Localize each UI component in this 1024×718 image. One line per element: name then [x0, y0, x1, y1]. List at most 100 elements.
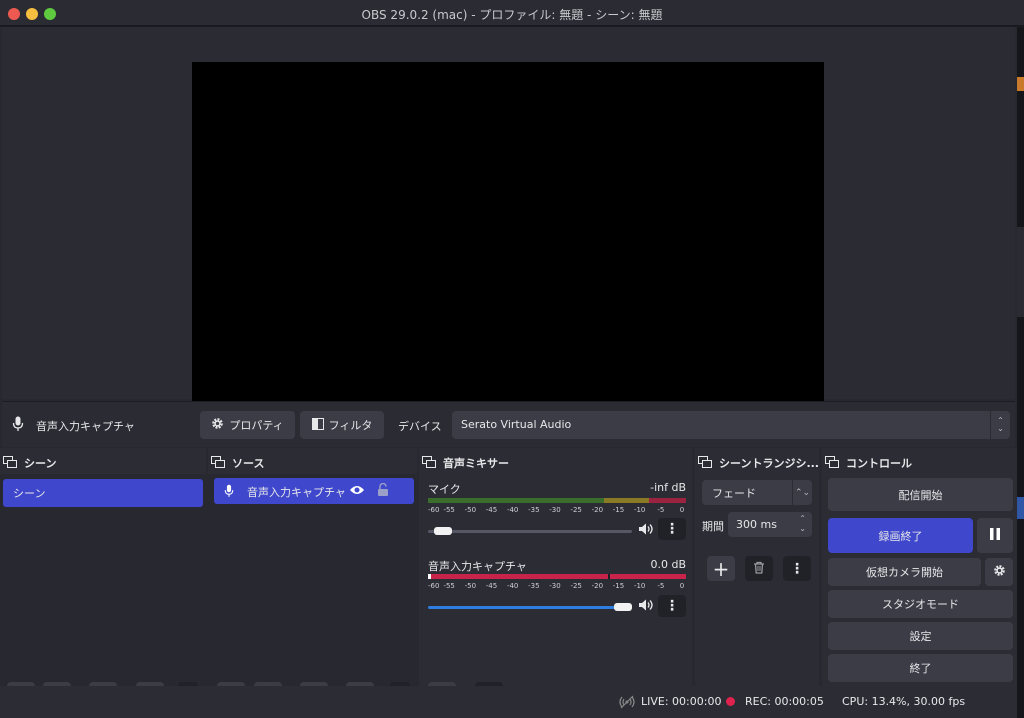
chevron-up-down-icon: ⌃⌄: [990, 411, 1010, 439]
scene-item[interactable]: シーン: [3, 479, 203, 507]
add-transition-button[interactable]: +: [707, 556, 735, 581]
volume-meter-level: [428, 574, 686, 579]
meter-tick-label: -60: [428, 506, 440, 514]
controls-title: コントロール: [846, 457, 912, 470]
lock-icon[interactable]: [377, 482, 389, 500]
exit-label: 終了: [909, 662, 932, 675]
volume-slider[interactable]: [428, 606, 632, 609]
settings-button[interactable]: 設定: [828, 622, 1013, 650]
obs-main-window: 音声入力キャプチャ プロパティ フィルタ デバイス Serato Virtual…: [0, 27, 1017, 718]
volume-meter-green: [428, 498, 604, 503]
meter-tick-label: -35: [528, 506, 540, 514]
mixer-channel-name: マイク: [428, 483, 461, 496]
microphone-icon: [12, 416, 24, 435]
controls-dock-header: コントロール: [822, 448, 1017, 474]
meter-tick-label: -25: [570, 506, 582, 514]
start-virtual-camera-button[interactable]: 仮想カメラ開始: [828, 558, 981, 586]
meter-tick-label: -60: [428, 582, 440, 590]
transitions-title: シーントランジシ...: [719, 457, 819, 470]
volume-meter-peak: [428, 574, 431, 579]
title-bar: OBS 29.0.2 (mac) - プロファイル: 無題 - シーン: 無題: [0, 0, 1024, 26]
meter-tick-label: -50: [464, 506, 477, 514]
dock-float-icon[interactable]: [825, 456, 839, 471]
meter-tick-label: -25: [570, 582, 582, 590]
eye-icon[interactable]: [349, 484, 365, 499]
transitions-dock: シーントランジシ... フェード ⌃⌄ 期間 300 ms ⌃ ⌄ + ⋮: [695, 448, 819, 713]
source-toolbar: 音声入力キャプチャ プロパティ フィルタ デバイス Serato Virtual…: [2, 401, 1015, 447]
dock-float-icon[interactable]: [211, 456, 225, 471]
meter-tick-label: -35: [528, 582, 540, 590]
meter-tick-label: -50: [464, 582, 477, 590]
mixer-dock-header: 音声ミキサー: [419, 448, 692, 474]
volume-slider-knob[interactable]: [614, 603, 632, 611]
transition-more-button[interactable]: ⋮: [783, 556, 811, 581]
meter-tick-label: -15: [612, 506, 625, 514]
filters-label: フィルタ: [328, 419, 373, 432]
trash-icon: [753, 561, 765, 577]
cpu-fps: CPU: 13.4%, 30.00 fps: [842, 695, 966, 708]
audio-mixer-dock: 音声ミキサー マイク -inf dB -60 -55 -50 -45 -40 -35 -30…: [419, 448, 692, 713]
window-title: OBS 29.0.2 (mac) - プロファイル: 無題 - シーン: 無題: [361, 8, 663, 22]
mixer-channel-db: -inf dB: [650, 481, 686, 494]
live-timer: LIVE: 00:00:00: [641, 695, 722, 708]
virtual-camera-settings-button[interactable]: [985, 558, 1013, 586]
volume-slider-knob[interactable]: [433, 527, 452, 535]
scenes-list: シーン + ⋮: [0, 474, 206, 713]
device-label: デバイス: [398, 420, 442, 433]
recording-dot-icon: [726, 697, 735, 706]
device-select[interactable]: Serato Virtual Audio ⌃ ⌄: [452, 411, 1010, 439]
mixer-body: マイク -inf dB -60 -55 -50 -45 -40 -35 -30 -25 -20-…: [419, 474, 692, 713]
pause-icon: [990, 528, 1000, 543]
speaker-icon[interactable]: [638, 598, 654, 615]
background-window-edge: [1017, 27, 1024, 718]
stop-recording-label: 録画終了: [878, 529, 923, 543]
plus-icon: +: [712, 556, 730, 581]
settings-label: 設定: [909, 630, 932, 643]
meter-tick-label: -10: [633, 506, 646, 514]
more-vertical-icon: ⋮: [665, 521, 679, 537]
volume-slider[interactable]: [428, 530, 632, 533]
meter-tick-label: -30: [549, 506, 561, 514]
transition-type-value: フェード: [712, 486, 756, 500]
gear-icon: [211, 417, 224, 433]
studio-mode-label: スタジオモード: [882, 598, 959, 611]
scenes-dock-header: シーン: [0, 448, 206, 474]
filters-button[interactable]: フィルタ: [300, 411, 384, 439]
meter-tick-label: 0: [679, 506, 685, 514]
sources-dock-header: ソース: [208, 448, 417, 474]
broadcast-icon: [619, 695, 635, 712]
duration-spinbox[interactable]: 300 ms ⌃ ⌄: [728, 512, 812, 537]
more-vertical-icon: ⋮: [665, 598, 679, 614]
meter-tick-label: 0: [679, 582, 685, 590]
transitions-body: フェード ⌃⌄ 期間 300 ms ⌃ ⌄ + ⋮: [695, 474, 819, 713]
remove-transition-button[interactable]: [745, 556, 773, 581]
selected-source-name: 音声入力キャプチャ: [36, 420, 135, 433]
properties-label: プロパティ: [229, 419, 284, 432]
source-item[interactable]: 音声入力キャプチャ: [214, 478, 414, 504]
exit-button[interactable]: 終了: [828, 654, 1013, 682]
meter-tick-label: -5: [657, 582, 665, 590]
channel-more-button[interactable]: ⋮: [658, 518, 686, 540]
dock-float-icon[interactable]: [422, 456, 436, 471]
duration-value: 300 ms: [736, 518, 777, 531]
stop-recording-button[interactable]: 録画終了: [828, 518, 973, 553]
properties-button[interactable]: プロパティ: [200, 411, 295, 439]
chevron-up-down-icon: ⌃⌄: [792, 480, 812, 505]
channel-more-button[interactable]: ⋮: [658, 595, 686, 617]
transition-type-select[interactable]: フェード ⌃⌄: [702, 480, 812, 505]
scenes-title: シーン: [24, 457, 57, 470]
pause-recording-button[interactable]: [977, 518, 1013, 553]
sources-title: ソース: [232, 457, 265, 470]
speaker-icon[interactable]: [638, 522, 654, 539]
dock-float-icon[interactable]: [3, 456, 17, 471]
scenes-dock: シーン シーン + ⋮: [0, 448, 206, 713]
meter-tick-label: -45: [485, 506, 498, 514]
studio-mode-button[interactable]: スタジオモード: [828, 590, 1013, 618]
start-streaming-button[interactable]: 配信開始: [828, 478, 1013, 511]
volume-meter-divider: [608, 574, 610, 579]
dock-float-icon[interactable]: [698, 456, 712, 471]
filter-icon: [311, 417, 324, 433]
start-streaming-label: 配信開始: [898, 488, 943, 502]
rec-timer: REC: 00:00:05: [745, 695, 824, 708]
preview-canvas[interactable]: [192, 62, 824, 417]
